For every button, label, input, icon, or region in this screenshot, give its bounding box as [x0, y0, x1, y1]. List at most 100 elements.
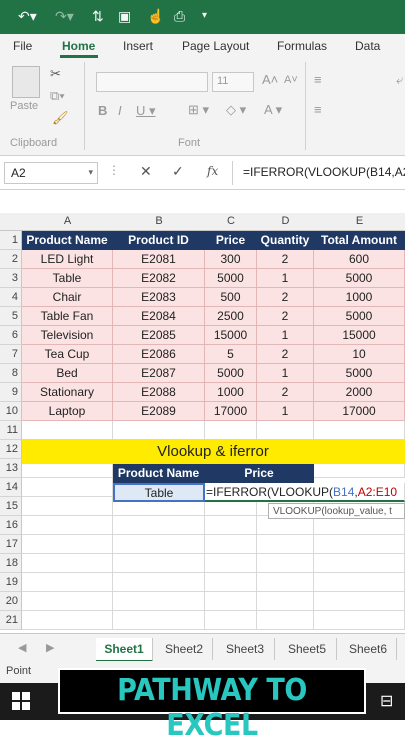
row-header[interactable]: 5 [0, 307, 22, 326]
empty-cell[interactable] [205, 516, 257, 535]
table-cell[interactable]: 600 [314, 250, 405, 269]
empty-cell[interactable] [22, 554, 113, 573]
empty-cell[interactable] [22, 478, 113, 497]
table-cell[interactable]: 5000 [205, 364, 257, 383]
row-header[interactable]: 18 [0, 554, 22, 573]
windows-start-icon[interactable] [12, 692, 30, 710]
table-cell[interactable]: E2085 [113, 326, 205, 345]
empty-cell[interactable] [205, 535, 257, 554]
table-header-cell[interactable]: Quantity [257, 231, 314, 250]
empty-cell[interactable] [314, 554, 405, 573]
row-header[interactable]: 8 [0, 364, 22, 383]
table-cell[interactable]: 17000 [205, 402, 257, 421]
table-cell[interactable]: 5 [205, 345, 257, 364]
row-header[interactable]: 2 [0, 250, 22, 269]
table-cell[interactable]: 2 [257, 250, 314, 269]
row-header[interactable]: 11 [0, 421, 22, 440]
fill-color-icon[interactable]: ◇ ▾ [226, 102, 246, 118]
tab-formulas[interactable]: Formulas [277, 39, 327, 53]
row-header[interactable]: 12 [0, 440, 22, 459]
empty-cell[interactable] [314, 573, 405, 592]
table-cell[interactable]: E2082 [113, 269, 205, 288]
italic-icon[interactable]: I [118, 103, 122, 118]
table-cell[interactable]: Television [22, 326, 113, 345]
empty-cell[interactable] [257, 535, 314, 554]
empty-cell[interactable] [113, 554, 205, 573]
empty-cell[interactable] [205, 592, 257, 611]
table-cell[interactable]: 15000 [314, 326, 405, 345]
row-header[interactable]: 3 [0, 269, 22, 288]
empty-cell[interactable] [113, 573, 205, 592]
table-header-cell[interactable]: Total Amount [314, 231, 405, 250]
font-size-box[interactable]: 11 [212, 72, 254, 92]
row-header[interactable]: 17 [0, 535, 22, 554]
table-header-cell[interactable]: Product ID [113, 231, 205, 250]
column-header-c[interactable]: C [205, 213, 258, 231]
empty-cell[interactable] [22, 497, 113, 516]
bold-icon[interactable]: B [98, 103, 107, 118]
grow-font-icon[interactable]: A˄ [262, 72, 278, 87]
sheet-tab-sheet6[interactable]: Sheet6 [340, 638, 397, 660]
table-cell[interactable]: LED Light [22, 250, 113, 269]
table-cell[interactable]: 15000 [205, 326, 257, 345]
table-header-cell[interactable]: Product Name [22, 231, 113, 250]
table-cell[interactable]: 2 [257, 307, 314, 326]
cut-icon[interactable]: ✂ [50, 66, 61, 82]
table-header-cell[interactable]: Price [205, 231, 257, 250]
table-cell[interactable]: Laptop [22, 402, 113, 421]
lookup-title[interactable]: Vlookup & iferror [22, 439, 405, 464]
row-header[interactable]: 9 [0, 383, 22, 402]
table-cell[interactable]: 500 [205, 288, 257, 307]
table-cell[interactable]: 1000 [205, 383, 257, 402]
table-cell[interactable]: Tea Cup [22, 345, 113, 364]
table-cell[interactable]: Bed [22, 364, 113, 383]
empty-cell[interactable] [257, 573, 314, 592]
align-top-icon[interactable]: ≡ [314, 72, 322, 87]
tab-insert[interactable]: Insert [123, 39, 153, 53]
empty-cell[interactable] [113, 535, 205, 554]
copy-icon[interactable]: ⧉▾ [50, 88, 65, 104]
formula-input[interactable]: =IFERROR(VLOOKUP(B14,A2 [243, 165, 405, 179]
row-header[interactable]: 16 [0, 516, 22, 535]
table-cell[interactable]: 5000 [314, 269, 405, 288]
worksheet-grid[interactable]: A B C D E 1 2 3 4 5 6 7 8 9 10 11 12 13 14 15 16 17 18 19 2… [0, 213, 405, 633]
column-header-e[interactable]: E [314, 213, 405, 231]
table-cell[interactable]: 2 [257, 345, 314, 364]
redo-icon[interactable]: ↷▾ [55, 8, 74, 25]
table-cell[interactable]: 1000 [314, 288, 405, 307]
sheet-tab-sheet5[interactable]: Sheet5 [278, 638, 337, 660]
table-cell[interactable]: Table [22, 269, 113, 288]
select-all-corner[interactable] [0, 213, 23, 231]
empty-cell[interactable] [205, 421, 257, 440]
table-cell[interactable]: E2088 [113, 383, 205, 402]
name-box-dropdown-icon[interactable]: ▾ [88, 167, 93, 178]
table-cell[interactable]: 10 [314, 345, 405, 364]
name-box[interactable]: A2 ▾ [4, 162, 98, 184]
enter-icon[interactable]: ✓ [172, 163, 184, 180]
tab-page-layout[interactable]: Page Layout [182, 39, 249, 53]
lookup-header-price[interactable]: Price [205, 464, 314, 483]
lookup-header-product-name[interactable]: Product Name [113, 464, 205, 483]
paste-icon[interactable] [12, 66, 40, 98]
row-header[interactable]: 20 [0, 592, 22, 611]
task-view-icon[interactable]: ⊟ [380, 691, 393, 711]
empty-cell[interactable] [205, 611, 257, 630]
row-header[interactable]: 19 [0, 573, 22, 592]
column-header-b[interactable]: B [113, 213, 206, 231]
undo-icon[interactable]: ↶▾ [18, 8, 37, 25]
format-painter-icon[interactable]: 🖌 [52, 110, 69, 126]
table-cell[interactable]: E2081 [113, 250, 205, 269]
tab-file[interactable]: File [13, 39, 32, 53]
table-cell[interactable]: E2086 [113, 345, 205, 364]
lookup-value-cell[interactable]: Table [113, 483, 205, 502]
empty-cell[interactable] [22, 535, 113, 554]
empty-cell[interactable] [22, 516, 113, 535]
table-cell[interactable]: 5000 [314, 307, 405, 326]
empty-cell[interactable] [205, 573, 257, 592]
sheet-tab-sheet3[interactable]: Sheet3 [216, 638, 275, 660]
row-header[interactable]: 7 [0, 345, 22, 364]
row-header[interactable]: 6 [0, 326, 22, 345]
tab-home[interactable]: Home [62, 39, 95, 53]
empty-cell[interactable] [257, 611, 314, 630]
table-cell[interactable]: E2083 [113, 288, 205, 307]
